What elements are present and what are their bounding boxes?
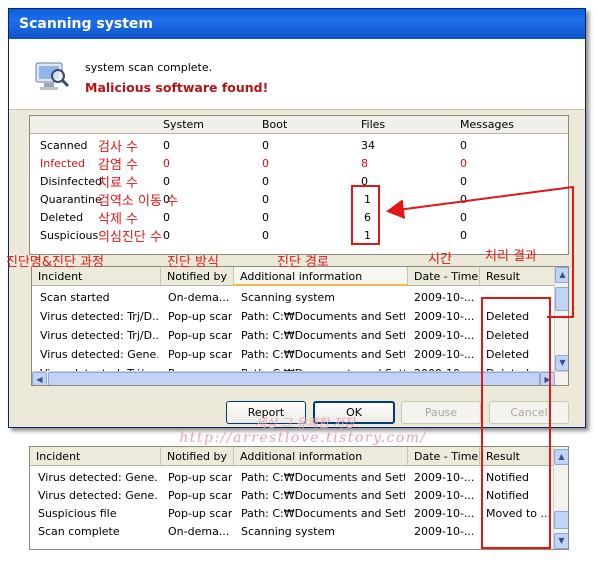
annotation-arrow <box>386 185 574 318</box>
